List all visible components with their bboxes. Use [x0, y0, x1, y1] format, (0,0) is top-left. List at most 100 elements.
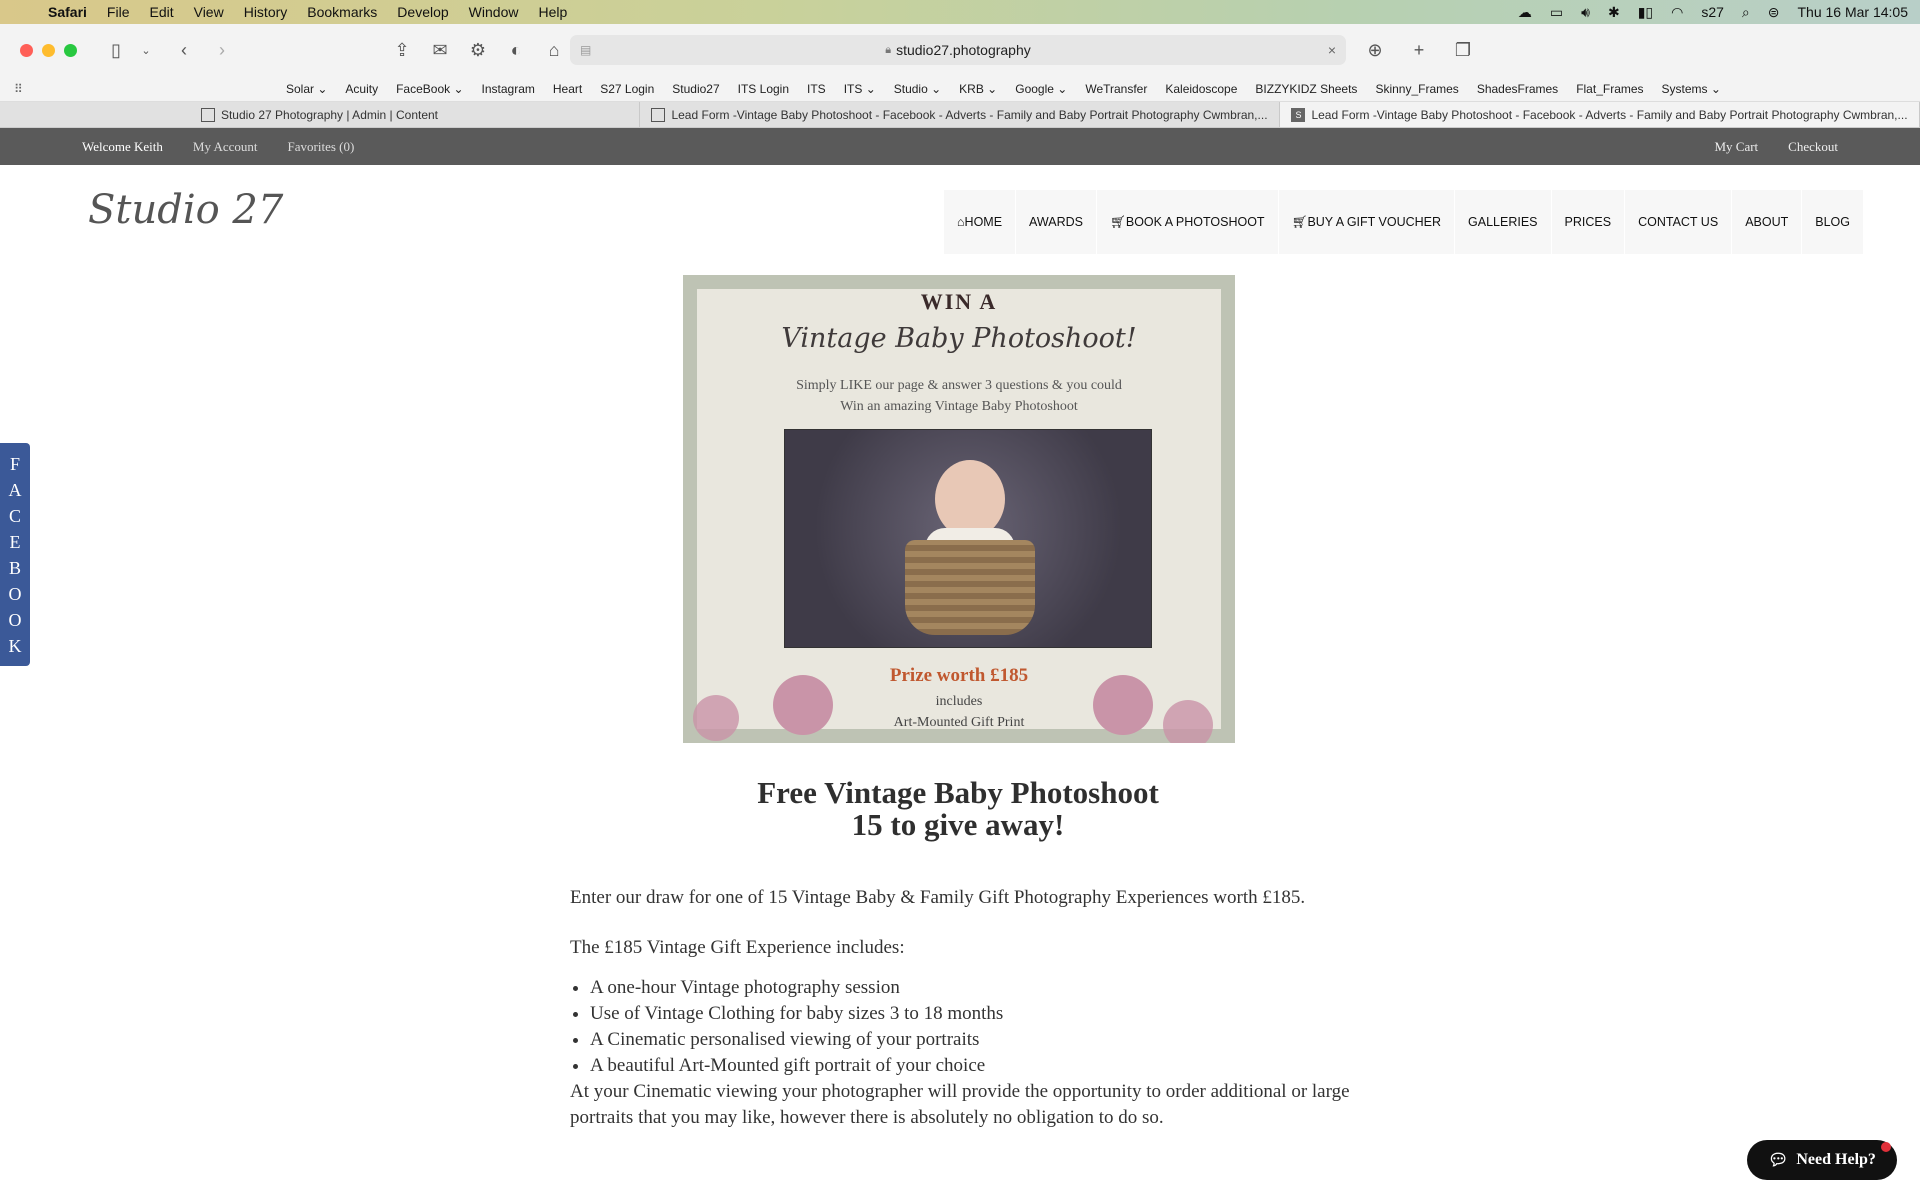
lock-icon: 🔒︎	[885, 43, 892, 56]
close-window-button[interactable]	[20, 43, 33, 57]
bookmark-s27-login[interactable]: S27 Login	[600, 82, 654, 96]
tab-lead-form-1[interactable]: Lead Form -Vintage Baby Photoshoot - Fac…	[640, 102, 1280, 127]
minimize-window-button[interactable]	[42, 43, 55, 57]
nav-label: GALLERIES	[1468, 215, 1538, 229]
menu-edit[interactable]: Edit	[149, 4, 173, 20]
home-icon: ⌂	[956, 215, 965, 229]
bookmark-flat-frames[interactable]: Flat_Frames	[1576, 82, 1643, 96]
my-cart-link[interactable]: My Cart	[1714, 139, 1758, 155]
list-item: A beautiful Art-Mounted gift portrait of…	[590, 1053, 1350, 1079]
notification-dot	[1881, 1142, 1891, 1152]
menu-help[interactable]: Help	[538, 4, 567, 20]
menubar-user[interactable]: s27	[1701, 4, 1724, 20]
title-line-2: 15 to give away!	[851, 807, 1065, 842]
list-item: A Cinematic personalised viewing of your…	[590, 1027, 1350, 1053]
gear-icon[interactable]: ⚙	[463, 40, 493, 61]
promo-win-heading: WIN A	[920, 289, 998, 314]
nav-buy-gift-voucher[interactable]: 🛒︎ BUY A GIFT VOUCHER	[1279, 190, 1456, 254]
nav-about[interactable]: ABOUT	[1732, 190, 1803, 254]
grid-icon[interactable]: ⠿	[14, 82, 42, 96]
bookmark-instagram[interactable]: Instagram	[482, 82, 535, 96]
tab-studio27-admin[interactable]: Studio 27 Photography | Admin | Content	[0, 102, 640, 127]
bookmark-solar[interactable]: Solar ⌄	[286, 82, 327, 96]
bookmark-heart[interactable]: Heart	[553, 82, 582, 96]
fbtab-letter: O	[8, 609, 22, 630]
zoom-window-button[interactable]	[64, 43, 77, 57]
menu-develop[interactable]: Develop	[397, 4, 448, 20]
nav-label: PRICES	[1564, 215, 1612, 229]
site-logo[interactable]: Studio 27	[88, 187, 283, 233]
logo-text: Studio 27	[88, 187, 284, 233]
share-icon[interactable]: ⇪	[387, 40, 417, 61]
page-title: Free Vintage Baby Photoshoot 15 to give …	[570, 777, 1346, 841]
mail-icon[interactable]: ✉	[425, 40, 455, 61]
tab-overview-icon[interactable]: ❐	[1448, 40, 1478, 61]
tab-lead-form-2[interactable]: S Lead Form -Vintage Baby Photoshoot - F…	[1280, 102, 1920, 127]
bookmark-skinny-frames[interactable]: Skinny_Frames	[1375, 82, 1458, 96]
baby-figure	[935, 460, 1005, 538]
menubar-clock[interactable]: Thu 16 Mar 14:05	[1797, 4, 1908, 20]
bookmark-its-folder[interactable]: ITS ⌄	[844, 82, 876, 96]
menu-file[interactable]: File	[107, 4, 130, 20]
menu-app-safari[interactable]: Safari	[48, 4, 87, 20]
clear-url-icon[interactable]: ×	[1328, 42, 1336, 58]
tab-favicon	[651, 107, 666, 122]
menu-window[interactable]: Window	[469, 4, 519, 20]
nav-contact-us[interactable]: CONTACT US	[1625, 190, 1733, 254]
battery-icon[interactable]: ▮▯	[1638, 4, 1653, 21]
bookmark-systems-folder[interactable]: Systems ⌄	[1662, 82, 1721, 96]
welcome-text: Welcome Keith	[82, 138, 163, 154]
bookmark-its-login[interactable]: ITS Login	[738, 82, 789, 96]
control-center-icon[interactable]: ⊜	[1768, 4, 1780, 21]
menu-view[interactable]: View	[194, 4, 224, 20]
downloads-icon[interactable]: ⊕	[1360, 40, 1390, 61]
window-controls	[20, 43, 77, 57]
promo-script-title: Vintage Baby Photoshoot!	[781, 323, 1137, 354]
tab-label: Lead Form -Vintage Baby Photoshoot - Fac…	[1311, 107, 1908, 122]
nav-awards[interactable]: AWARDS	[1016, 190, 1097, 254]
nav-prices[interactable]: PRICES	[1552, 190, 1626, 254]
need-help-chat-button[interactable]: 💬︎ Need Help?	[1747, 1140, 1897, 1180]
favorites-link[interactable]: Favorites (0)	[288, 139, 355, 155]
bookmark-wetransfer[interactable]: WeTransfer	[1085, 82, 1147, 96]
sidebar-toggle-icon[interactable]: ▯	[101, 40, 131, 61]
forward-icon[interactable]: ›	[207, 40, 237, 61]
menu-bookmarks[interactable]: Bookmarks	[307, 4, 377, 20]
bookmark-facebook[interactable]: FaceBook ⌄	[396, 82, 463, 96]
tab-label: Lead Form -Vintage Baby Photoshoot - Fac…	[671, 107, 1268, 122]
nav-blog[interactable]: BLOG	[1802, 190, 1864, 254]
back-icon[interactable]: ‹	[169, 40, 199, 61]
my-account-link[interactable]: My Account	[193, 139, 258, 155]
bookmark-krb-folder[interactable]: KRB ⌄	[959, 82, 997, 96]
new-tab-icon[interactable]: +	[1404, 40, 1434, 61]
nav-home[interactable]: ⌂ HOME	[944, 190, 1017, 254]
bookmark-studio27[interactable]: Studio27	[672, 82, 719, 96]
list-item: A one-hour Vintage photography session	[590, 975, 1350, 1001]
shield-icon[interactable]: ◐	[501, 40, 531, 61]
chevron-down-icon[interactable]: ⌄	[131, 44, 161, 57]
bookmark-shades-frames[interactable]: ShadesFrames	[1477, 82, 1558, 96]
fbtab-letter: C	[8, 505, 21, 526]
home-icon[interactable]: ⌂	[539, 40, 569, 61]
creative-cloud-icon[interactable]: ☁	[1518, 4, 1532, 21]
checkout-link[interactable]: Checkout	[1788, 139, 1838, 155]
wifi-icon[interactable]: ◠	[1671, 4, 1683, 21]
nav-book-photoshoot[interactable]: 🛒︎ BOOK A PHOTOSHOOT	[1097, 190, 1279, 254]
bookmark-its[interactable]: ITS	[807, 82, 826, 96]
bluetooth-icon[interactable]: ✱	[1608, 4, 1620, 21]
need-help-label: Need Help?	[1796, 1151, 1876, 1168]
bookmark-bizzykidz[interactable]: BIZZYKIDZ Sheets	[1255, 82, 1357, 96]
address-bar[interactable]: ▤ 🔒︎ studio27.photography ×	[570, 35, 1346, 65]
bookmark-acuity[interactable]: Acuity	[345, 82, 378, 96]
display-icon[interactable]: ▭	[1550, 4, 1563, 21]
volume-icon[interactable]: 🔊︎	[1581, 4, 1590, 21]
facebook-side-tab[interactable]: F A C E B O O K	[0, 443, 30, 666]
bookmark-studio-folder[interactable]: Studio ⌄	[894, 82, 941, 96]
promo-banner-image: WIN A Vintage Baby Photoshoot! Simply LI…	[683, 275, 1235, 743]
menu-history[interactable]: History	[244, 4, 288, 20]
bookmark-kaleidoscope[interactable]: Kaleidoscope	[1165, 82, 1237, 96]
bookmark-google-folder[interactable]: Google ⌄	[1015, 82, 1067, 96]
nav-galleries[interactable]: GALLERIES	[1455, 190, 1552, 254]
spotlight-search-icon[interactable]: ⌕	[1742, 4, 1750, 21]
list-item: Use of Vintage Clothing for baby sizes 3…	[590, 1001, 1350, 1027]
